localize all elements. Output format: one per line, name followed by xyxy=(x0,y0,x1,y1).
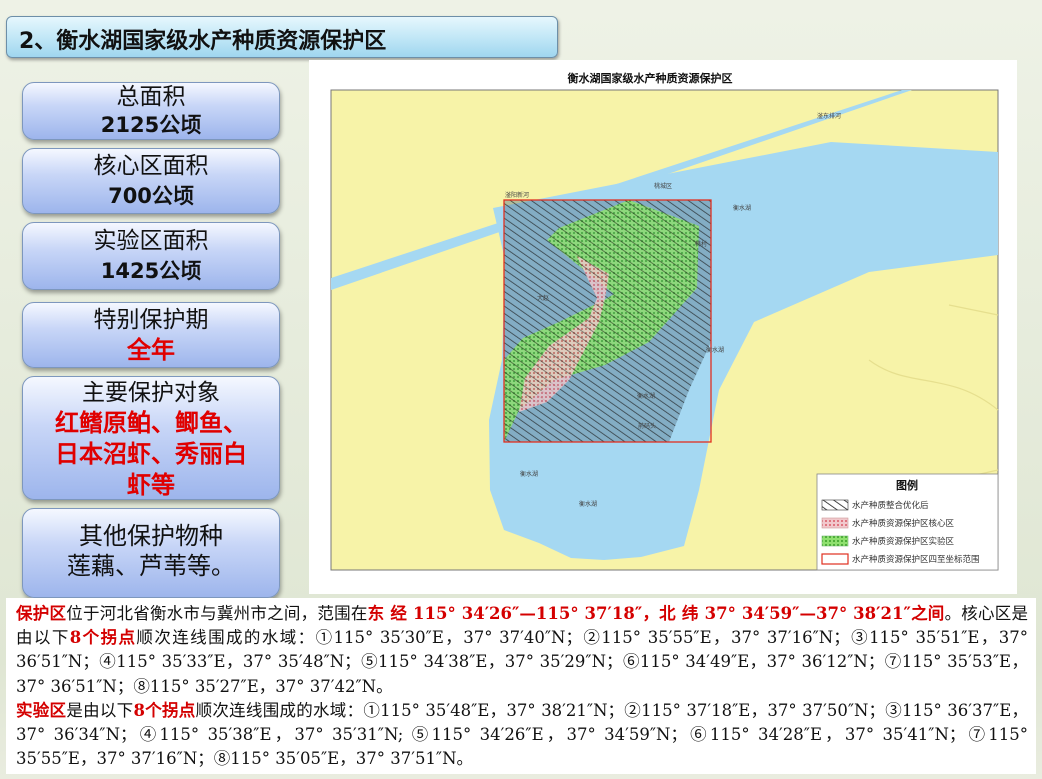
legend-item: 水产种质资源保护区四至坐标范围 xyxy=(852,554,980,565)
highlight-text: 8个拐点 xyxy=(133,700,196,720)
legend-title: 图例 xyxy=(896,478,918,492)
info-label: 核心区面积 xyxy=(93,153,209,179)
legend-swatch-boundary xyxy=(821,553,849,565)
place-label: 韩村 xyxy=(695,240,707,248)
body-text: 是由以下 xyxy=(66,700,134,720)
body-text: 位于河北省衡水市与冀州市之间，范围在 xyxy=(66,604,368,623)
highlight-text: 实验区 xyxy=(16,700,67,720)
info-label: 总面积 xyxy=(116,84,186,110)
info-box-core-area: 核心区面积 700公顷 xyxy=(22,148,280,214)
body-text: 顺次连线围成的水域：①115° 35′30″E，37° 37′40″N；②115… xyxy=(16,628,1028,696)
place-label: 衡水湖 xyxy=(520,470,538,478)
legend-item: 水产种质整合优化后 xyxy=(852,500,929,511)
info-label: 特别保护期 xyxy=(93,307,209,333)
info-label: 主要保护对象 xyxy=(82,380,220,406)
place-label: 滏东排河 xyxy=(817,112,841,120)
map-panel: 衡水湖国家级水产种质资源保护区 滏东排河 桃城区 衡水湖 滏阳新河 大赵 衡水湖… xyxy=(309,60,1017,594)
info-box-other-species: 其他保护物种 莲藕、芦苇等。 xyxy=(22,508,280,598)
description-paragraph: 保护区位于河北省衡水市与冀州市之间，范围在东 经 115° 34′26″—115… xyxy=(6,598,1036,699)
legend-swatch-experimental xyxy=(821,535,849,547)
legend-item: 水产种质资源保护区实验区 xyxy=(852,536,955,547)
info-box-protection-period: 特别保护期 全年 xyxy=(22,302,280,368)
place-label: 桃城区 xyxy=(654,182,672,190)
info-label: 实验区面积 xyxy=(93,228,209,254)
place-label: 衡水湖 xyxy=(579,500,597,508)
info-value-line: 虾等 xyxy=(127,471,175,499)
description-paragraph: 实验区是由以下8个拐点顺次连线围成的水域：①115° 35′48″E，37° 3… xyxy=(6,699,1036,772)
page-title: 2、衡水湖国家级水产种质资源保护区 xyxy=(19,29,387,54)
info-label: 其他保护物种 xyxy=(79,522,223,550)
info-value: 全年 xyxy=(127,336,175,364)
info-box-protected-species: 主要保护对象 红鳍原鲌、鲫鱼、 日本沼虾、秀丽白 虾等 xyxy=(22,376,280,500)
place-label: 衡水湖 xyxy=(733,204,751,212)
place-label: 衡水湖 xyxy=(637,392,655,400)
title-bar: 2、衡水湖国家级水产种质资源保护区 xyxy=(6,16,558,58)
map-legend: 图例 水产种质整合优化后 水产种质资源保护区核心区 水产种质资源保护区实验区 水… xyxy=(816,473,999,571)
info-box-experimental-area: 实验区面积 1425公顷 xyxy=(22,222,280,290)
place-label: 前码头 xyxy=(638,422,656,430)
legend-swatch-hatch xyxy=(821,499,849,511)
map-svg: 衡水湖国家级水产种质资源保护区 滏东排河 桃城区 衡水湖 滏阳新河 大赵 衡水湖… xyxy=(309,60,1017,594)
info-value: 2125公顷 xyxy=(100,113,202,137)
place-label: 大赵 xyxy=(537,294,549,302)
info-value: 700公顷 xyxy=(108,184,194,208)
map-title: 衡水湖国家级水产种质资源保护区 xyxy=(568,71,733,85)
place-label: 滏阳新河 xyxy=(505,191,529,199)
highlight-text: 8个拐点 xyxy=(69,628,137,648)
info-value: 1425公顷 xyxy=(100,259,202,283)
info-value: 莲藕、芦苇等。 xyxy=(67,552,235,580)
place-label: 衡水湖 xyxy=(706,346,724,354)
info-box-total-area: 总面积 2125公顷 xyxy=(22,82,280,140)
description-panel: 保护区位于河北省衡水市与冀州市之间，范围在东 经 115° 34′26″—115… xyxy=(6,598,1036,774)
legend-item: 水产种质资源保护区核心区 xyxy=(852,518,955,529)
highlight-text: 保护区 xyxy=(16,604,67,623)
legend-swatch-core xyxy=(821,517,849,529)
highlight-text: 东 经 115° 34′26″—115° 37′18″，北 纬 37° 34′5… xyxy=(367,604,945,623)
info-value-line: 日本沼虾、秀丽白 xyxy=(55,440,247,468)
info-value-line: 红鳍原鲌、鲫鱼、 xyxy=(55,409,247,437)
